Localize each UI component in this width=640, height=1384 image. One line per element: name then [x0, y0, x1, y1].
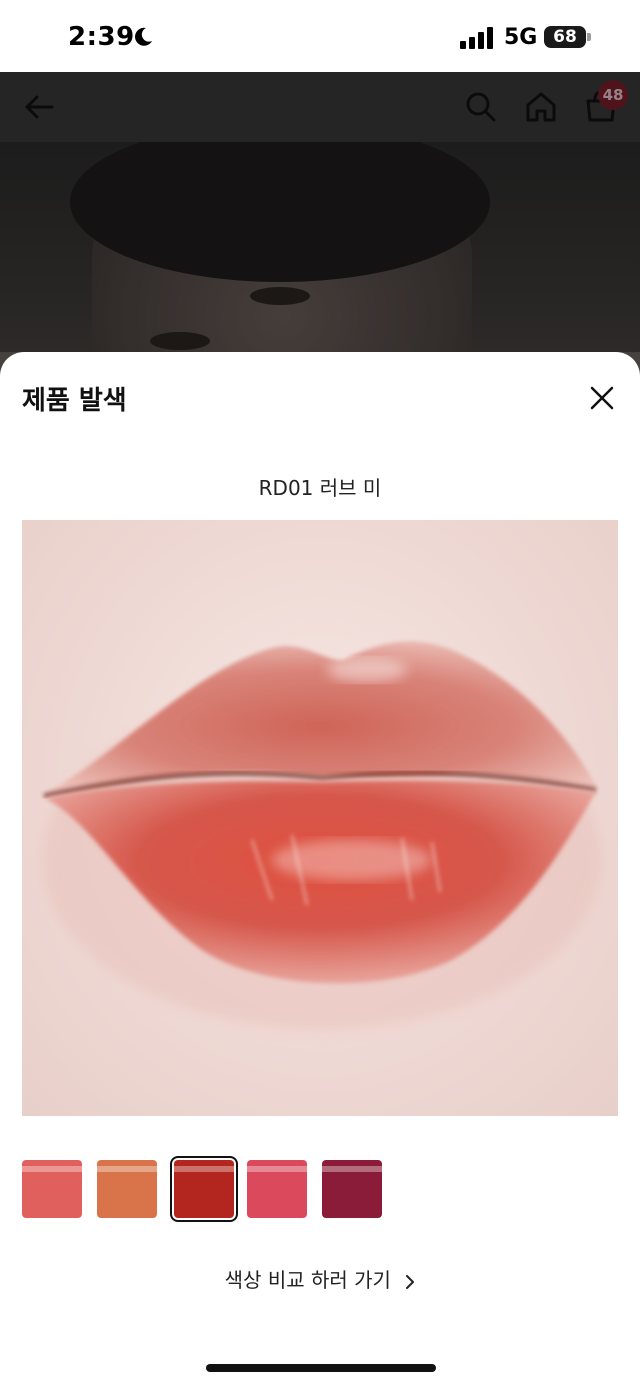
status-bar: 2:39 5G 68	[0, 0, 640, 72]
chevron-right-icon	[406, 1274, 415, 1289]
thumb-shine	[174, 1166, 234, 1172]
swatch-thumb-selected[interactable]	[170, 1156, 238, 1222]
swatch-thumbnails	[22, 1156, 402, 1222]
model-eye	[250, 287, 310, 305]
home-icon[interactable]	[524, 90, 558, 124]
color-swatch-sheet: 제품 발색 RD01 러브 미 색상 비교 하러 가기	[0, 352, 640, 1384]
thumb-shine	[97, 1166, 157, 1172]
network-label: 5G	[504, 25, 538, 50]
search-icon[interactable]	[464, 90, 498, 124]
lip-illustration	[42, 641, 602, 1030]
cart-count-badge: 48	[598, 80, 628, 110]
thumb-shine	[322, 1166, 382, 1172]
thumb-shine	[247, 1166, 307, 1172]
swatch-thumb[interactable]	[22, 1160, 82, 1218]
swatch-thumb[interactable]	[97, 1160, 157, 1218]
compare-link-label: 색상 비교 하러 가기	[224, 1268, 391, 1292]
model-eye	[150, 332, 210, 350]
shade-name: RD01 러브 미	[258, 476, 382, 500]
close-icon[interactable]	[584, 380, 620, 416]
sheet-title: 제품 발색	[22, 386, 127, 416]
moon-icon	[135, 27, 152, 46]
swatch-thumb[interactable]	[247, 1160, 307, 1218]
status-time: 2:39	[68, 22, 135, 52]
thumb-shine	[22, 1166, 82, 1172]
battery-cap	[587, 33, 591, 41]
back-arrow-icon[interactable]	[22, 90, 56, 124]
signal-icon	[460, 27, 493, 49]
compare-colors-link[interactable]: 색상 비교 하러 가기	[0, 1264, 640, 1293]
swatch-thumb[interactable]	[322, 1160, 382, 1218]
lip-swatch-photo	[22, 520, 618, 1116]
home-indicator	[206, 1364, 436, 1372]
battery-indicator: 68	[544, 26, 586, 48]
